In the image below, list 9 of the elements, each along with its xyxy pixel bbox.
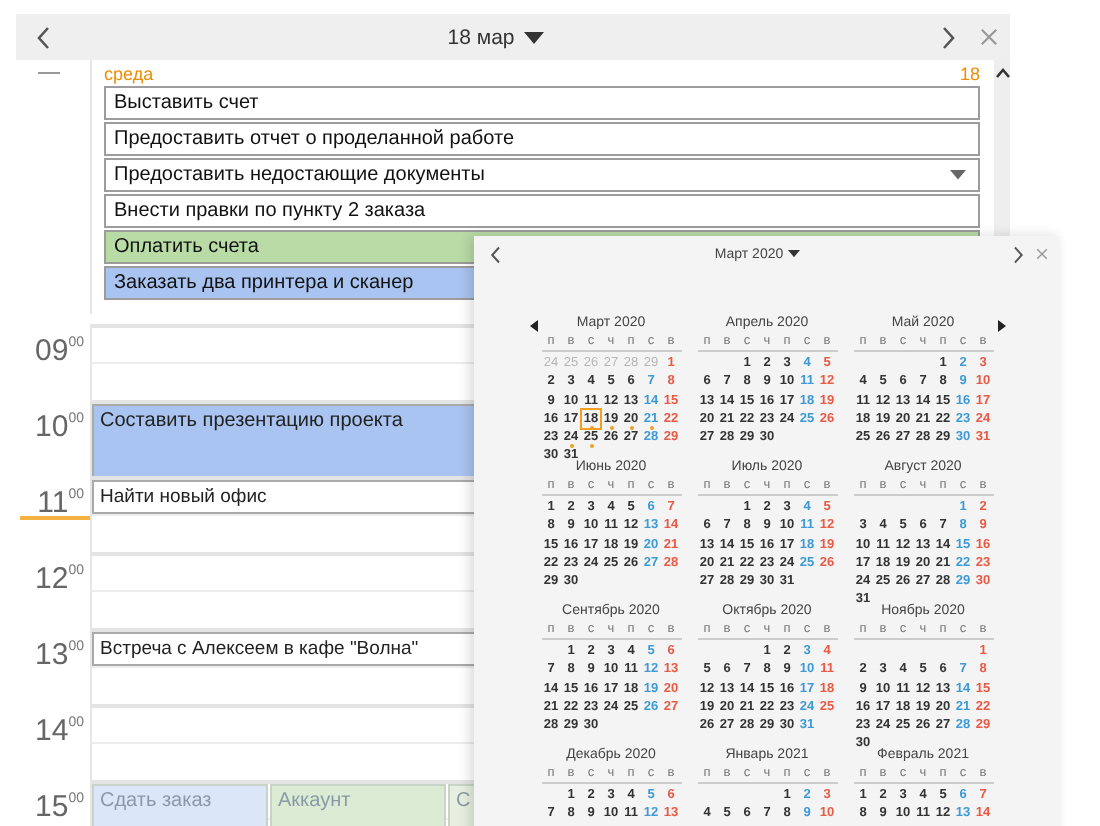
hour-label: 12 [35,564,69,600]
day-number: 18 [959,64,980,84]
weekday-label: среда [104,64,154,84]
hour-label: 09 [35,336,69,372]
hour-label: 14 [35,716,69,752]
hour-label: 11 [37,488,69,524]
hour-label: 15 [35,792,69,826]
hour-label: 13 [35,640,69,676]
hour-label: 10 [35,412,69,448]
